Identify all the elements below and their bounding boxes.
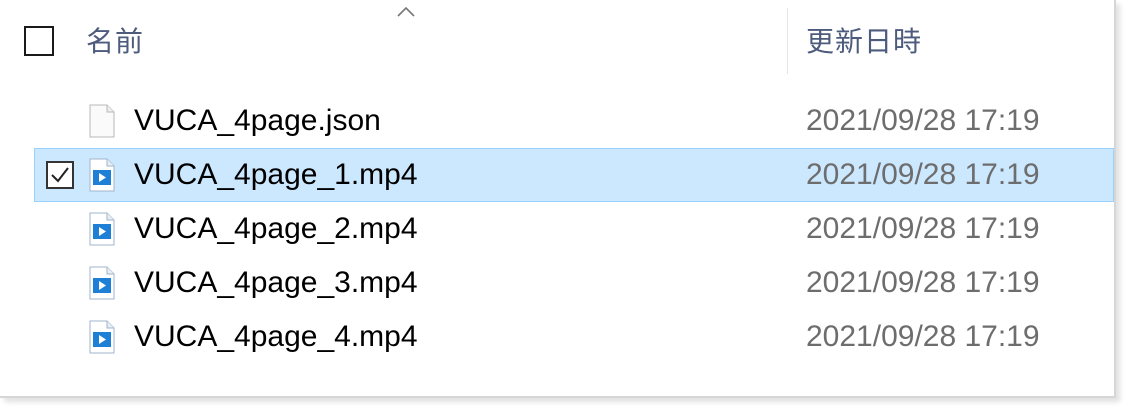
column-divider[interactable]: [787, 8, 788, 74]
file-date-modified: 2021/09/28 17:19: [806, 266, 1040, 299]
file-row[interactable]: VUCA_4page.json 2021/09/28 17:19: [34, 94, 1114, 148]
file-name[interactable]: VUCA_4page_2.mp4: [134, 211, 418, 247]
file-row[interactable]: VUCA_4page_1.mp4 2021/09/28 17:19: [34, 148, 1114, 202]
file-explorer-window: 名前 更新日時 VUCA_4page.json 2021/09/28 17:19: [0, 0, 1116, 398]
file-name[interactable]: VUCA_4page_3.mp4: [134, 265, 418, 301]
file-name[interactable]: VUCA_4page_1.mp4: [134, 157, 418, 193]
file-date-modified: 2021/09/28 17:19: [806, 212, 1040, 245]
column-header: 名前 更新日時: [0, 0, 1114, 76]
file-date-modified: 2021/09/28 17:19: [806, 158, 1040, 191]
file-row[interactable]: VUCA_4page_2.mp4 2021/09/28 17:19: [34, 202, 1114, 256]
checkmark-icon: [51, 167, 69, 183]
video-file-icon: [89, 320, 115, 354]
chevron-up-icon: [397, 6, 415, 17]
file-name[interactable]: VUCA_4page.json: [134, 103, 381, 139]
video-file-icon: [89, 158, 115, 192]
column-header-name[interactable]: 名前: [86, 22, 144, 62]
file-date-modified: 2021/09/28 17:19: [806, 320, 1040, 353]
row-checkbox[interactable]: [46, 161, 74, 189]
file-row[interactable]: VUCA_4page_3.mp4 2021/09/28 17:19: [34, 256, 1114, 310]
json-file-icon: [89, 104, 115, 138]
file-date-modified: 2021/09/28 17:19: [806, 104, 1040, 137]
column-header-date-modified[interactable]: 更新日時: [806, 22, 922, 62]
video-file-icon: [89, 266, 115, 300]
file-row[interactable]: VUCA_4page_4.mp4 2021/09/28 17:19: [34, 310, 1114, 364]
file-name[interactable]: VUCA_4page_4.mp4: [134, 319, 418, 355]
video-file-icon: [89, 212, 115, 246]
select-all-checkbox[interactable]: [24, 26, 54, 56]
